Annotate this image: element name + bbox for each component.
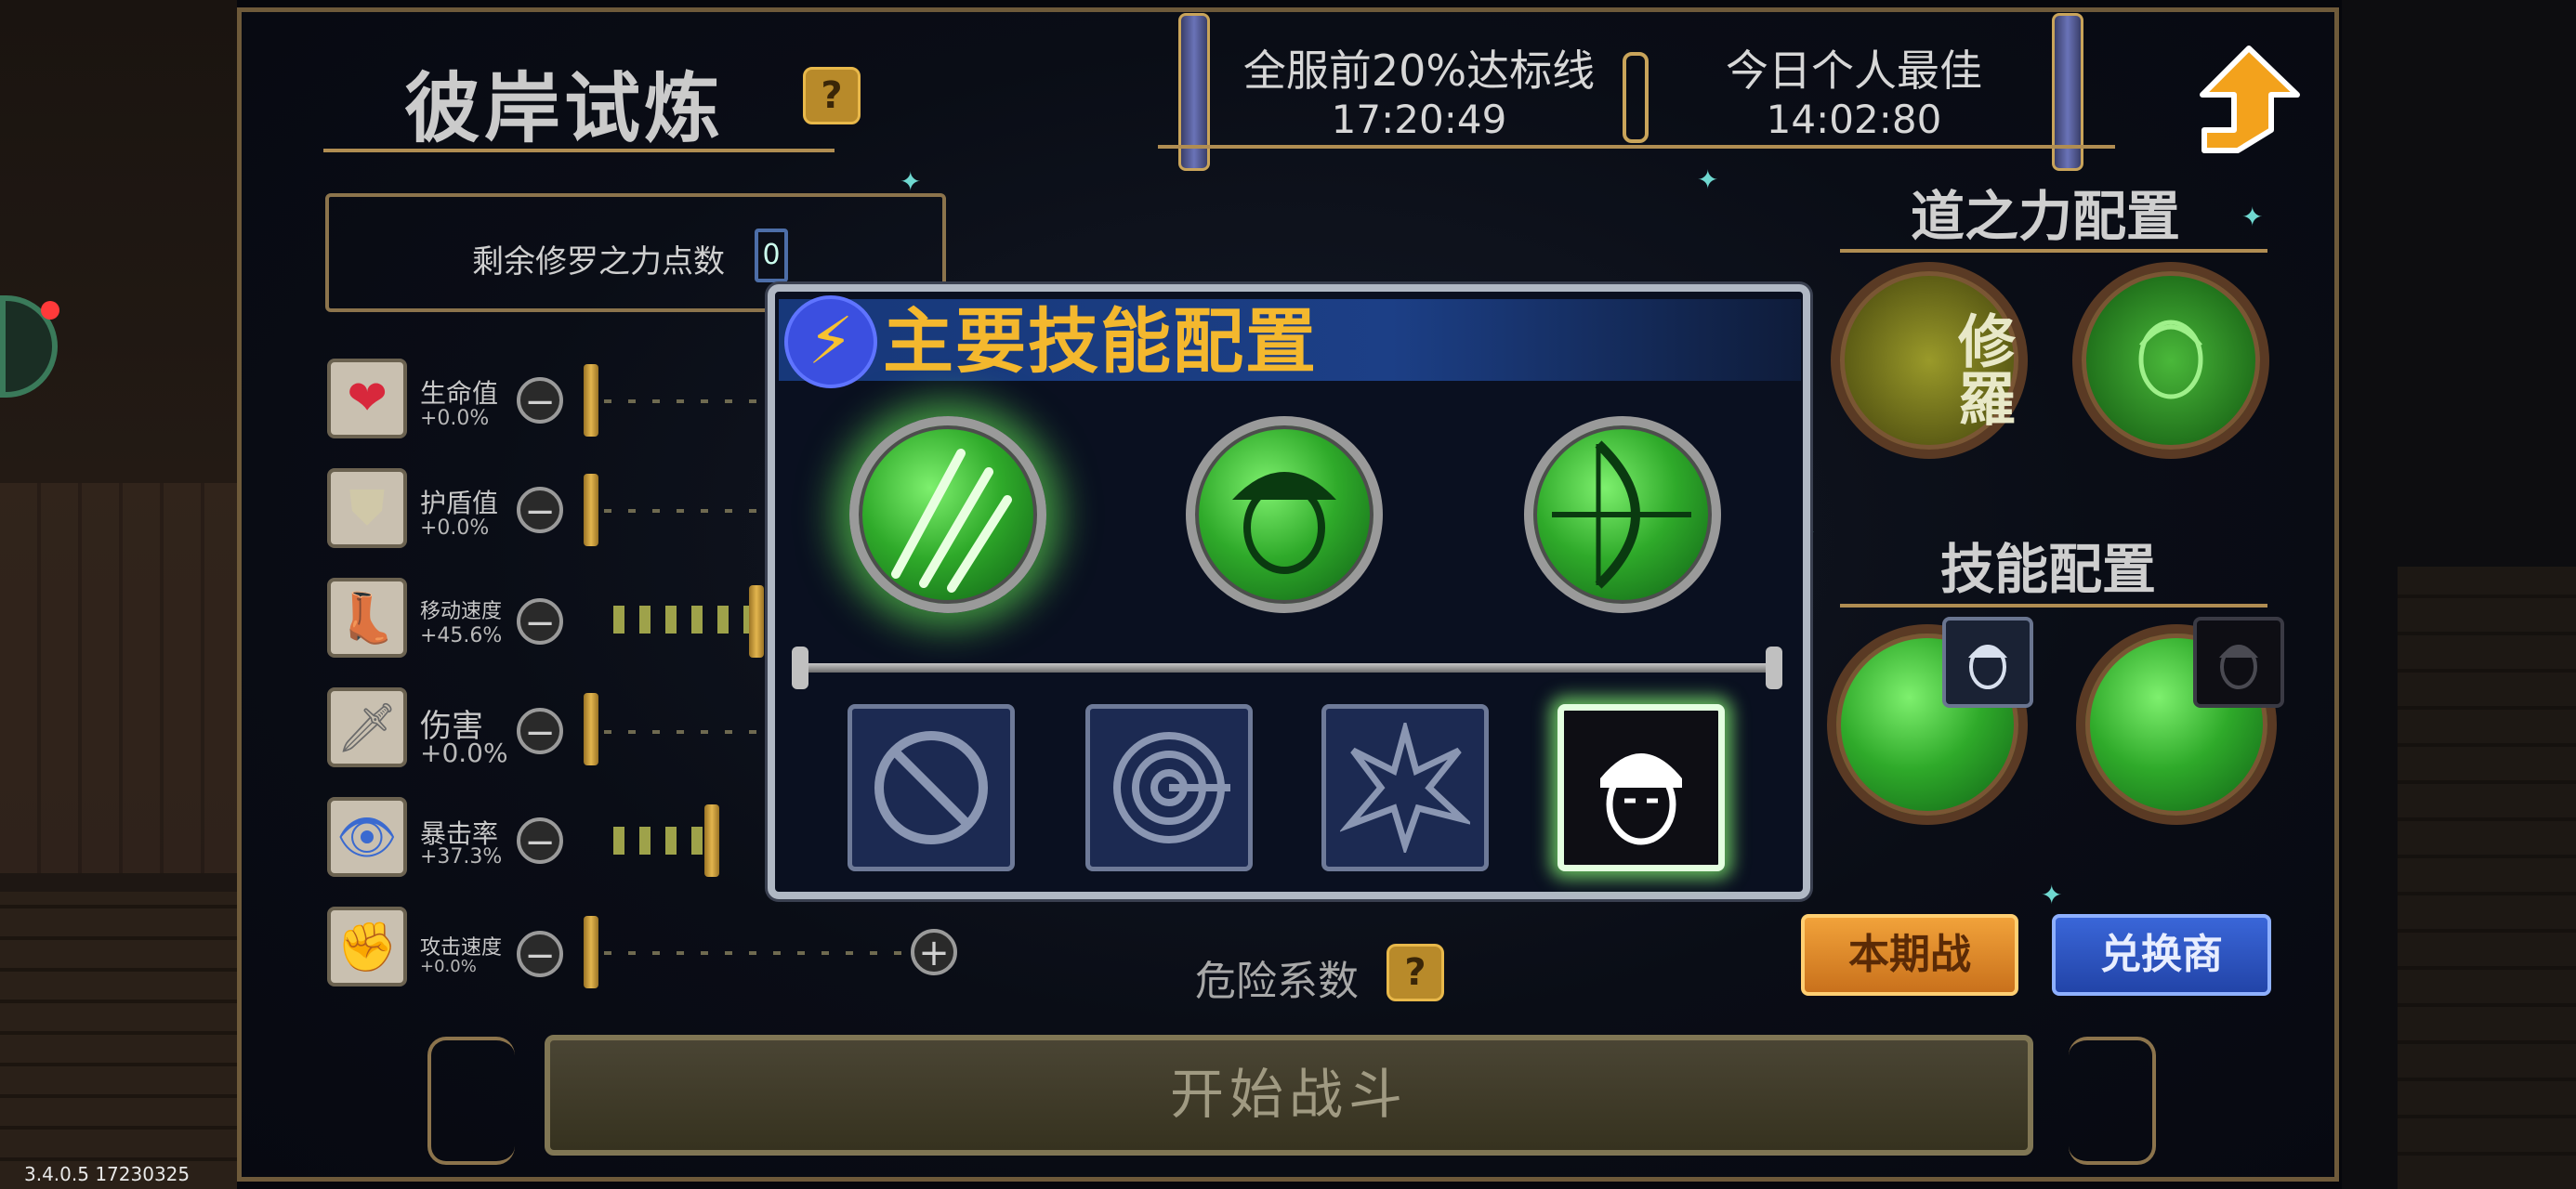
skill-title-underline <box>1840 604 2267 608</box>
danger-coefficient-label: 危险系数 <box>1195 958 1359 1005</box>
personal-best-label: 今日个人最佳 <box>1726 46 1982 96</box>
decrease-attack-speed-button[interactable]: − <box>517 931 563 977</box>
season-battle-button[interactable]: 本期战 <box>1801 914 2018 996</box>
move-speed-slider-fill <box>613 606 753 634</box>
left-background-scene <box>0 0 237 1189</box>
back-arrow-icon[interactable] <box>2193 41 2305 157</box>
dialog-title: 主要技能配置 <box>883 300 1318 383</box>
remaining-points-label: 剩余修罗之力点数 <box>472 243 725 281</box>
crit-rate-slider-knob[interactable] <box>704 804 719 877</box>
stat-value-crit-rate: +37.3% <box>420 845 503 869</box>
eye-icon: 👁 <box>327 797 407 877</box>
decrease-health-button[interactable]: − <box>517 377 563 424</box>
increase-attack-speed-button[interactable]: + <box>911 929 957 975</box>
exchange-shop-button[interactable]: 兑换商 <box>2052 914 2271 996</box>
bow-icon <box>1552 440 1691 589</box>
burst-icon <box>1340 723 1470 853</box>
divider-end-right <box>1766 647 1782 689</box>
fist-icon: ✊ <box>327 907 407 986</box>
start-battle-button[interactable]: 开始战斗 <box>545 1035 2033 1156</box>
hunter-face-icon <box>2138 320 2203 399</box>
stat-name-move-speed: 移动速度 <box>420 600 503 623</box>
decrease-crit-rate-button[interactable]: − <box>517 817 563 864</box>
option-character[interactable] <box>1557 704 1725 871</box>
heart-icon: ❤ <box>327 359 407 438</box>
skill-option-hunter[interactable] <box>1186 416 1383 613</box>
crit-rate-slider-fill <box>613 827 716 855</box>
sword-icon: 🗡 <box>327 687 407 767</box>
shield-icon: ⛊ <box>327 468 407 548</box>
banner-baseline <box>1158 145 2115 149</box>
right-background-scene <box>2342 0 2576 1189</box>
remaining-points-value: 0 <box>755 229 788 282</box>
personal-best-time: 14:02:80 <box>1766 97 1942 142</box>
server-threshold-label: 全服前20%达标线 <box>1242 46 1596 96</box>
attack-speed-slider-knob[interactable] <box>584 916 598 988</box>
help-button[interactable]: ? <box>803 67 861 124</box>
notification-dot <box>41 301 59 320</box>
dao-title-underline <box>1840 249 2267 253</box>
version-label: 3.4.0.5 17230325 <box>24 1163 191 1185</box>
decrease-shield-button[interactable]: − <box>517 487 563 533</box>
danger-help-button[interactable]: ? <box>1387 944 1444 1001</box>
move-speed-slider-knob[interactable] <box>749 585 764 658</box>
decrease-move-speed-button[interactable]: − <box>517 598 563 645</box>
option-none[interactable] <box>848 704 1015 871</box>
health-slider-knob[interactable] <box>584 364 598 437</box>
stat-value-shield: +0.0% <box>420 516 490 540</box>
option-burst[interactable] <box>1321 704 1489 871</box>
start-left-ornament <box>427 1037 515 1165</box>
decrease-damage-button[interactable]: − <box>517 708 563 754</box>
attack-speed-slider-track[interactable] <box>604 951 901 955</box>
hunter-portrait-icon <box>1232 472 1336 574</box>
stat-value-attack-speed: +0.0% <box>420 957 477 976</box>
star-decoration: ✦ <box>900 166 922 197</box>
skill-option-claw[interactable] <box>849 416 1046 613</box>
stat-name-health: 生命值 <box>420 378 499 409</box>
skill-config-title: 技能配置 <box>1940 538 2157 601</box>
skill-option-bow[interactable] <box>1524 416 1721 613</box>
start-right-ornament <box>2069 1037 2156 1165</box>
boot-icon: 👢 <box>327 578 407 658</box>
dao-orb-label: 修羅 <box>1948 311 2016 426</box>
stat-name-shield: 护盾值 <box>420 488 499 518</box>
option-target[interactable] <box>1085 704 1253 871</box>
shield-slider-knob[interactable] <box>584 474 598 546</box>
server-threshold-time: 17:20:49 <box>1331 97 1507 142</box>
damage-slider-knob[interactable] <box>584 693 598 765</box>
dao-config-title: 道之力配置 <box>1911 185 2181 248</box>
lightning-icon: ⚡ <box>784 295 877 388</box>
dao-orb-shura[interactable]: 修羅 <box>1831 262 2028 459</box>
character-portrait-icon <box>1600 753 1682 845</box>
stat-value-damage: +0.0% <box>420 738 508 768</box>
character-portrait-icon <box>1942 617 2033 708</box>
dialog-divider <box>797 663 1782 673</box>
claw-slash-icon <box>891 449 1012 593</box>
title-underline <box>323 149 835 152</box>
stat-value-move-speed: +45.6% <box>420 624 503 647</box>
dao-orb-hunter[interactable] <box>2072 262 2269 459</box>
star-decoration: ✦ <box>2241 202 2264 232</box>
none-icon <box>874 731 988 844</box>
star-decoration: ✦ <box>1697 164 1719 195</box>
target-icon <box>1113 732 1230 843</box>
page-title: 彼岸试炼 <box>404 65 725 153</box>
divider-end-left <box>792 647 808 689</box>
banner-separator <box>1623 52 1649 143</box>
stat-value-health: +0.0% <box>420 407 490 430</box>
star-decoration: ✦ <box>2041 880 2063 910</box>
character-portrait-icon <box>2193 617 2284 708</box>
